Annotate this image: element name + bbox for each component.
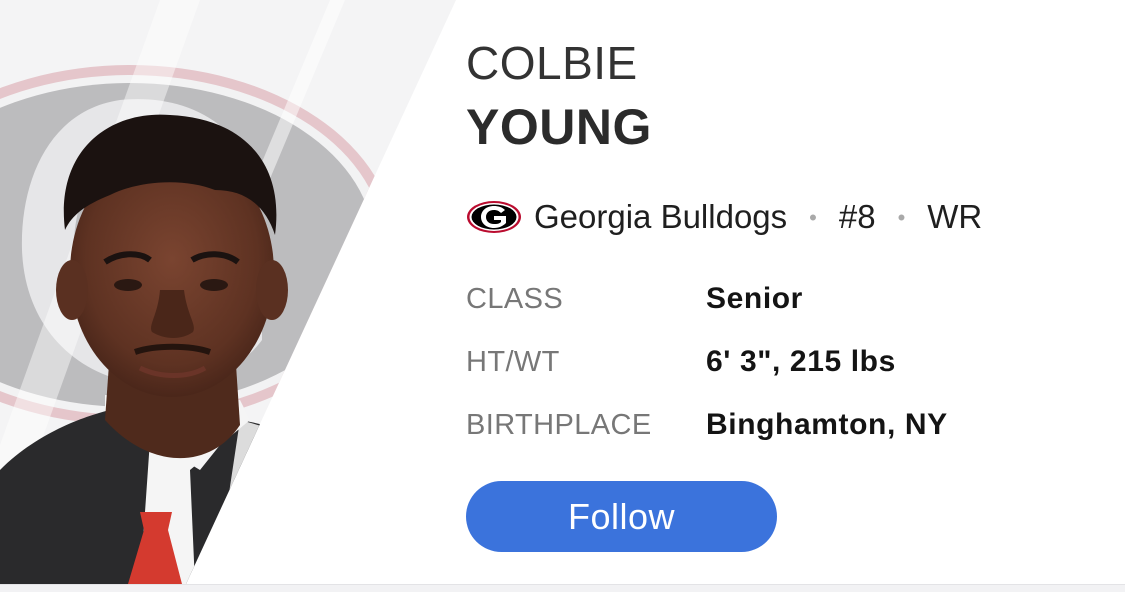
player-headshot: [0, 0, 470, 584]
player-card: COLBIE YOUNG Georgia Bulldogs • #8 • WR …: [0, 0, 1125, 592]
georgia-g-logo-icon: [466, 200, 522, 234]
birthplace-label: BIRTHPLACE: [466, 409, 652, 441]
class-value: Senior: [706, 282, 803, 315]
separator-dot: •: [809, 205, 817, 230]
team-row: Georgia Bulldogs • #8 • WR: [466, 192, 982, 242]
class-label: CLASS: [466, 283, 564, 315]
birthplace-value: Binghamton, NY: [706, 408, 948, 441]
player-info: COLBIE YOUNG Georgia Bulldogs • #8 • WR …: [466, 0, 1106, 584]
team-name-link[interactable]: Georgia Bulldogs: [534, 198, 787, 236]
follow-button[interactable]: Follow: [466, 481, 777, 552]
player-photo-panel: [0, 0, 470, 584]
bottom-divider: [0, 584, 1125, 592]
player-first-name: COLBIE: [466, 37, 638, 89]
jersey-number: #8: [838, 198, 876, 235]
height-weight-label: HT/WT: [466, 346, 560, 378]
height-weight-value: 6' 3", 215 lbs: [706, 345, 896, 378]
player-last-name: YOUNG: [466, 99, 652, 155]
separator-dot: •: [897, 205, 906, 230]
player-position: WR: [927, 198, 983, 235]
